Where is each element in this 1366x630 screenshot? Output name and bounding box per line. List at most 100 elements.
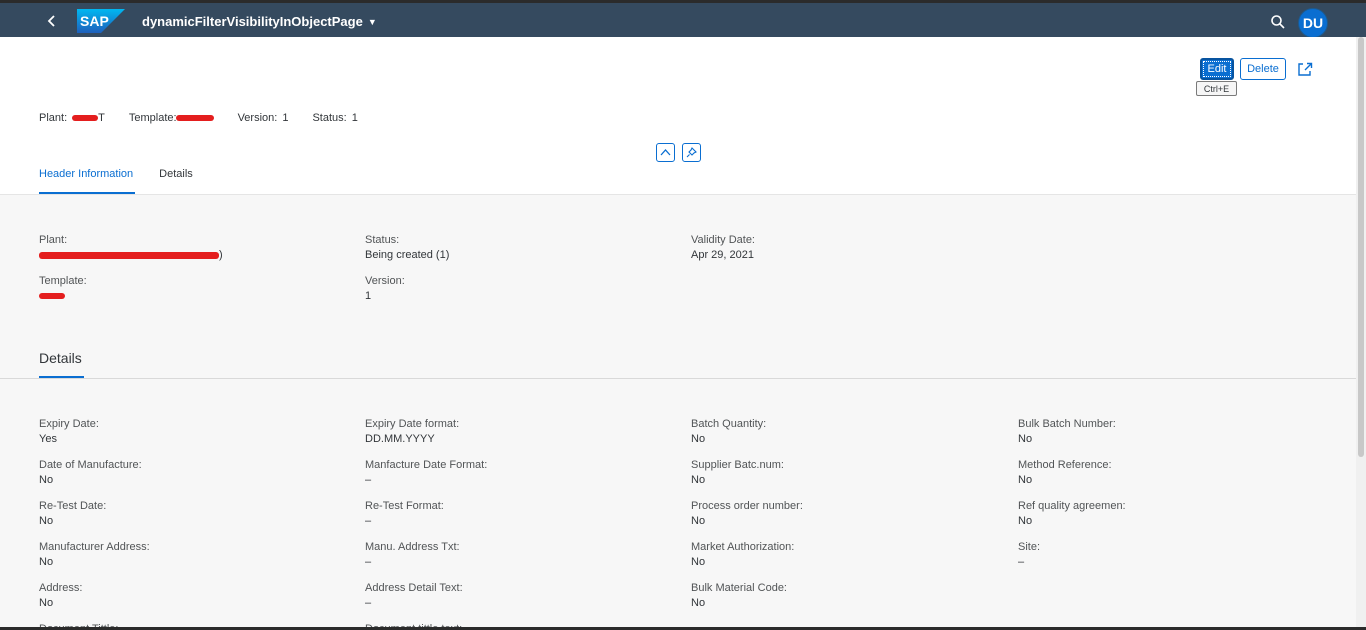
field-value: No [691, 556, 706, 568]
details-field: Bulk Material Code: No [691, 581, 787, 611]
details-field: Manu. Address Txt: – [365, 540, 460, 570]
section-tabs: Header Information Details [39, 168, 217, 194]
field-value: No [1018, 474, 1033, 486]
edit-button[interactable]: Edit [1200, 58, 1234, 80]
field-template: Template: [39, 274, 87, 304]
tab-label: Details [159, 168, 193, 180]
app-title-menu[interactable]: dynamicFilterVisibilityInObjectPage ▼ [142, 14, 377, 29]
field-label: Re-Test Format: [365, 500, 444, 512]
field-label: Plant: [39, 234, 68, 246]
kpi-plant: Plant: T [39, 112, 105, 124]
field-value: No [691, 474, 706, 486]
field-value: No [39, 515, 54, 527]
field-label: Manufacturer Address: [39, 541, 150, 553]
details-field: Manfacture Date Format: – [365, 458, 487, 488]
details-field: Date of Manufacture: No [39, 458, 142, 488]
back-icon [47, 15, 55, 27]
redaction-mark [72, 115, 99, 121]
kpi-plant-value: T [98, 112, 105, 124]
field-value: No [39, 474, 54, 486]
collapse-header-icon [660, 149, 671, 156]
field-value: 1 [365, 290, 372, 302]
caret-down-icon: ▼ [367, 16, 377, 27]
field-label: Validity Date: [691, 234, 755, 246]
field-status: Status: Being created (1) [365, 233, 449, 263]
details-field: Bulk Batch Number: No [1018, 417, 1116, 447]
details-field: Re-Test Format: – [365, 499, 444, 529]
field-value: – [365, 556, 372, 568]
field-label: Version: [365, 275, 405, 287]
collapse-header-button[interactable] [656, 143, 675, 162]
field-label: Address: [39, 582, 83, 594]
field-value: No [691, 597, 706, 609]
details-field: Market Authorization: No [691, 540, 794, 570]
scrollbar-thumb[interactable] [1358, 37, 1364, 457]
field-label: Bulk Material Code: [691, 582, 787, 594]
field-label: Bulk Batch Number: [1018, 418, 1116, 430]
field-value: – [365, 597, 372, 609]
field-value-suffix: ) [219, 249, 223, 261]
details-field: Site: – [1018, 540, 1040, 570]
user-avatar[interactable]: DU [1298, 8, 1328, 38]
object-page-header: Edit Delete Ctrl+E Plant: T Template: Ve… [0, 37, 1356, 195]
details-field: Supplier Batc.num: No [691, 458, 784, 488]
share-icon[interactable] [1297, 61, 1313, 77]
field-value: Being created (1) [365, 249, 450, 261]
redaction-mark [175, 115, 214, 121]
field-value: Apr 29, 2021 [691, 249, 754, 261]
field-label: Batch Quantity: [691, 418, 767, 430]
tab-header-information[interactable]: Header Information [39, 168, 136, 194]
field-value: DD.MM.YYYY [365, 433, 435, 445]
sap-logo-text: SAP [80, 13, 109, 29]
field-label: Market Authorization: [691, 541, 795, 553]
field-label: Expiry Date: [39, 418, 99, 430]
field-value: – [1018, 556, 1025, 568]
field-version: Version: 1 [365, 274, 405, 304]
details-field: Ref quality agreemen: No [1018, 499, 1126, 529]
search-icon[interactable] [1270, 14, 1286, 30]
field-value: ) [39, 247, 223, 263]
page-scrollbar[interactable] [1356, 37, 1366, 630]
field-value: No [1018, 433, 1033, 445]
delete-button[interactable]: Delete [1240, 58, 1286, 80]
details-field: Process order number: No [691, 499, 803, 529]
details-field: Method Reference: No [1018, 458, 1112, 488]
details-section-title: Details [39, 350, 84, 378]
field-label: Template: [39, 275, 87, 287]
details-field: Expiry Date format: DD.MM.YYYY [365, 417, 459, 447]
field-label: Method Reference: [1018, 459, 1112, 471]
field-value: No [1018, 515, 1033, 527]
tab-details[interactable]: Details [159, 168, 193, 194]
field-label: Process order number: [691, 500, 803, 512]
field-value: No [691, 515, 706, 527]
details-field: Re-Test Date: No [39, 499, 106, 529]
edit-shortcut-tooltip: Ctrl+E [1196, 81, 1237, 96]
field-label: Status: [365, 234, 400, 246]
section-divider [0, 378, 1356, 379]
field-label: Ref quality agreemen: [1018, 500, 1126, 512]
details-field: Address: No [39, 581, 82, 611]
field-value: No [691, 433, 706, 445]
pin-icon [686, 147, 697, 158]
kpi-version-label: Version: [237, 112, 278, 124]
field-label: Manu. Address Txt: [365, 541, 460, 553]
redaction-mark [39, 251, 219, 259]
field-value: No [39, 597, 54, 609]
details-field: Batch Quantity: No [691, 417, 766, 447]
field-label: Address Detail Text: [365, 582, 463, 594]
field-label: Supplier Batc.num: [691, 459, 784, 471]
field-value [39, 288, 87, 304]
pin-header-button[interactable] [682, 143, 701, 162]
kpi-status-value: 1 [351, 112, 358, 124]
field-label: Re-Test Date: [39, 500, 107, 512]
details-field: Expiry Date: Yes [39, 417, 99, 447]
sap-logo[interactable]: SAP [77, 9, 125, 33]
field-label: Date of Manufacture: [39, 459, 142, 471]
field-label: Site: [1018, 541, 1041, 553]
field-plant: Plant: ) [39, 233, 223, 263]
shell-bar: SAP dynamicFilterVisibilityInObjectPage … [0, 0, 1366, 38]
back-button[interactable] [42, 12, 62, 32]
field-value: Yes [39, 433, 57, 445]
field-value: No [39, 556, 54, 568]
redaction-mark [39, 293, 65, 300]
